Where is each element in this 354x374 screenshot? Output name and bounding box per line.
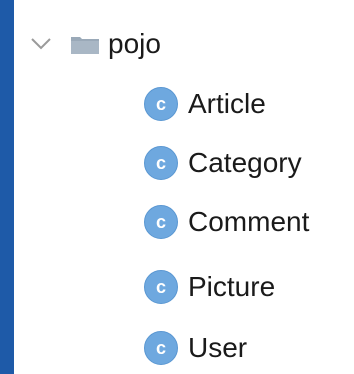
class-label: Picture [188,271,276,302]
class-label: Category [188,147,302,178]
class-icon: c [144,270,178,304]
project-tree-panel: pojo c Article c Category c Comment c Pi… [14,0,354,374]
class-label: User [188,332,248,363]
tree-node-article[interactable]: c Article [144,80,266,128]
class-label: Article [188,88,266,119]
tree-node-category[interactable]: c Category [144,139,302,187]
package-label: pojo [108,28,161,59]
tree-node-pojo[interactable]: pojo [14,20,161,68]
tree-node-picture[interactable]: c Picture [144,263,275,311]
folder-icon [70,33,100,55]
class-icon: c [144,87,178,121]
class-icon: c [144,205,178,239]
class-label: Comment [188,206,310,237]
chevron-down-icon[interactable] [28,33,54,55]
tree-node-comment[interactable]: c Comment [144,198,309,246]
class-icon: c [144,331,178,365]
tree-node-user[interactable]: c User [144,324,247,372]
class-icon: c [144,146,178,180]
